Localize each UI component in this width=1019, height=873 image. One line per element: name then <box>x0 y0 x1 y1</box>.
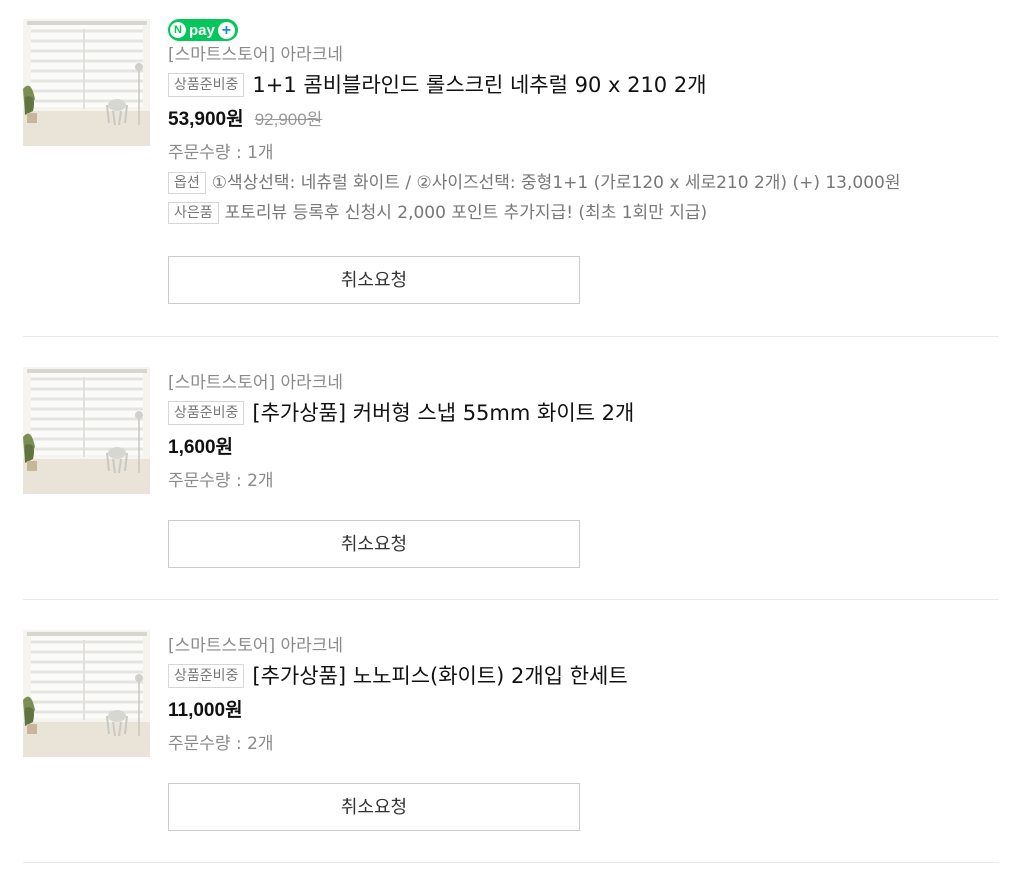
option-text: ①색상선택: 네츄럴 화이트 / ②사이즈선택: 중형1+1 (가로120 x … <box>211 173 901 193</box>
store-name[interactable]: [스마트스토어] 아라크네 <box>168 633 1008 659</box>
cancel-request-button[interactable]: 취소요청 <box>168 520 580 568</box>
store-name[interactable]: [스마트스토어] 아라크네 <box>168 42 1008 68</box>
npay-plus-badge: N pay + <box>168 19 238 41</box>
product-thumbnail[interactable] <box>23 367 150 494</box>
product-title[interactable]: [추가상품] 노노피스(화이트) 2개입 한세트 <box>252 659 627 693</box>
original-price: 92,900원 <box>254 110 323 129</box>
status-badge: 상품준비중 <box>168 73 245 97</box>
divider <box>23 599 999 600</box>
product-price: 1,600원 <box>168 437 234 458</box>
npay-n-icon: N <box>170 22 186 38</box>
order-quantity: 주문수량 : 2개 <box>168 471 274 491</box>
option-row: 옵션 ①색상선택: 네츄럴 화이트 / ②사이즈선택: 중형1+1 (가로120… <box>168 168 1008 198</box>
status-badge: 상품준비중 <box>168 664 245 688</box>
product-thumbnail[interactable] <box>23 19 150 146</box>
order-quantity: 주문수량 : 2개 <box>168 734 274 754</box>
product-price: 11,000원 <box>168 700 243 721</box>
order-item: [스마트스토어] 아라크네 상품준비중 [추가상품] 커버형 스냅 55mm 화… <box>0 348 1019 610</box>
status-badge: 상품준비중 <box>168 401 245 425</box>
order-item-info: [스마트스토어] 아라크네 상품준비중 [추가상품] 노노피스(화이트) 2개입… <box>168 633 1008 759</box>
order-item-info: N pay + [스마트스토어] 아라크네 상품준비중 1+1 콤비블라인드 롤… <box>168 18 1008 228</box>
order-item: [스마트스토어] 아라크네 상품준비중 [추가상품] 노노피스(화이트) 2개입… <box>0 611 1019 873</box>
order-item-info: [스마트스토어] 아라크네 상품준비중 [추가상품] 커버형 스냅 55mm 화… <box>168 370 1008 496</box>
cancel-request-button[interactable]: 취소요청 <box>168 783 580 831</box>
product-title[interactable]: 1+1 콤비블라인드 롤스크린 네추럴 90 x 210 2개 <box>252 68 706 102</box>
order-item: N pay + [스마트스토어] 아라크네 상품준비중 1+1 콤비블라인드 롤… <box>0 0 1019 304</box>
gift-text: 포토리뷰 등록후 신청시 2,000 포인트 추가지급! (최초 1회만 지급) <box>224 203 708 223</box>
cancel-request-button[interactable]: 취소요청 <box>168 256 580 304</box>
gift-badge: 사은품 <box>168 202 219 224</box>
npay-label: pay <box>189 21 215 39</box>
divider <box>23 862 999 863</box>
option-badge: 옵션 <box>168 172 206 194</box>
product-title[interactable]: [추가상품] 커버형 스냅 55mm 화이트 2개 <box>252 396 634 430</box>
plus-icon: + <box>217 21 235 39</box>
order-quantity: 주문수량 : 1개 <box>168 143 274 163</box>
product-price: 53,900원 <box>168 109 244 130</box>
store-name[interactable]: [스마트스토어] 아라크네 <box>168 370 1008 396</box>
product-thumbnail[interactable] <box>23 630 150 757</box>
gift-row: 사은품 포토리뷰 등록후 신청시 2,000 포인트 추가지급! (최초 1회만… <box>168 198 1008 228</box>
divider <box>23 336 999 337</box>
